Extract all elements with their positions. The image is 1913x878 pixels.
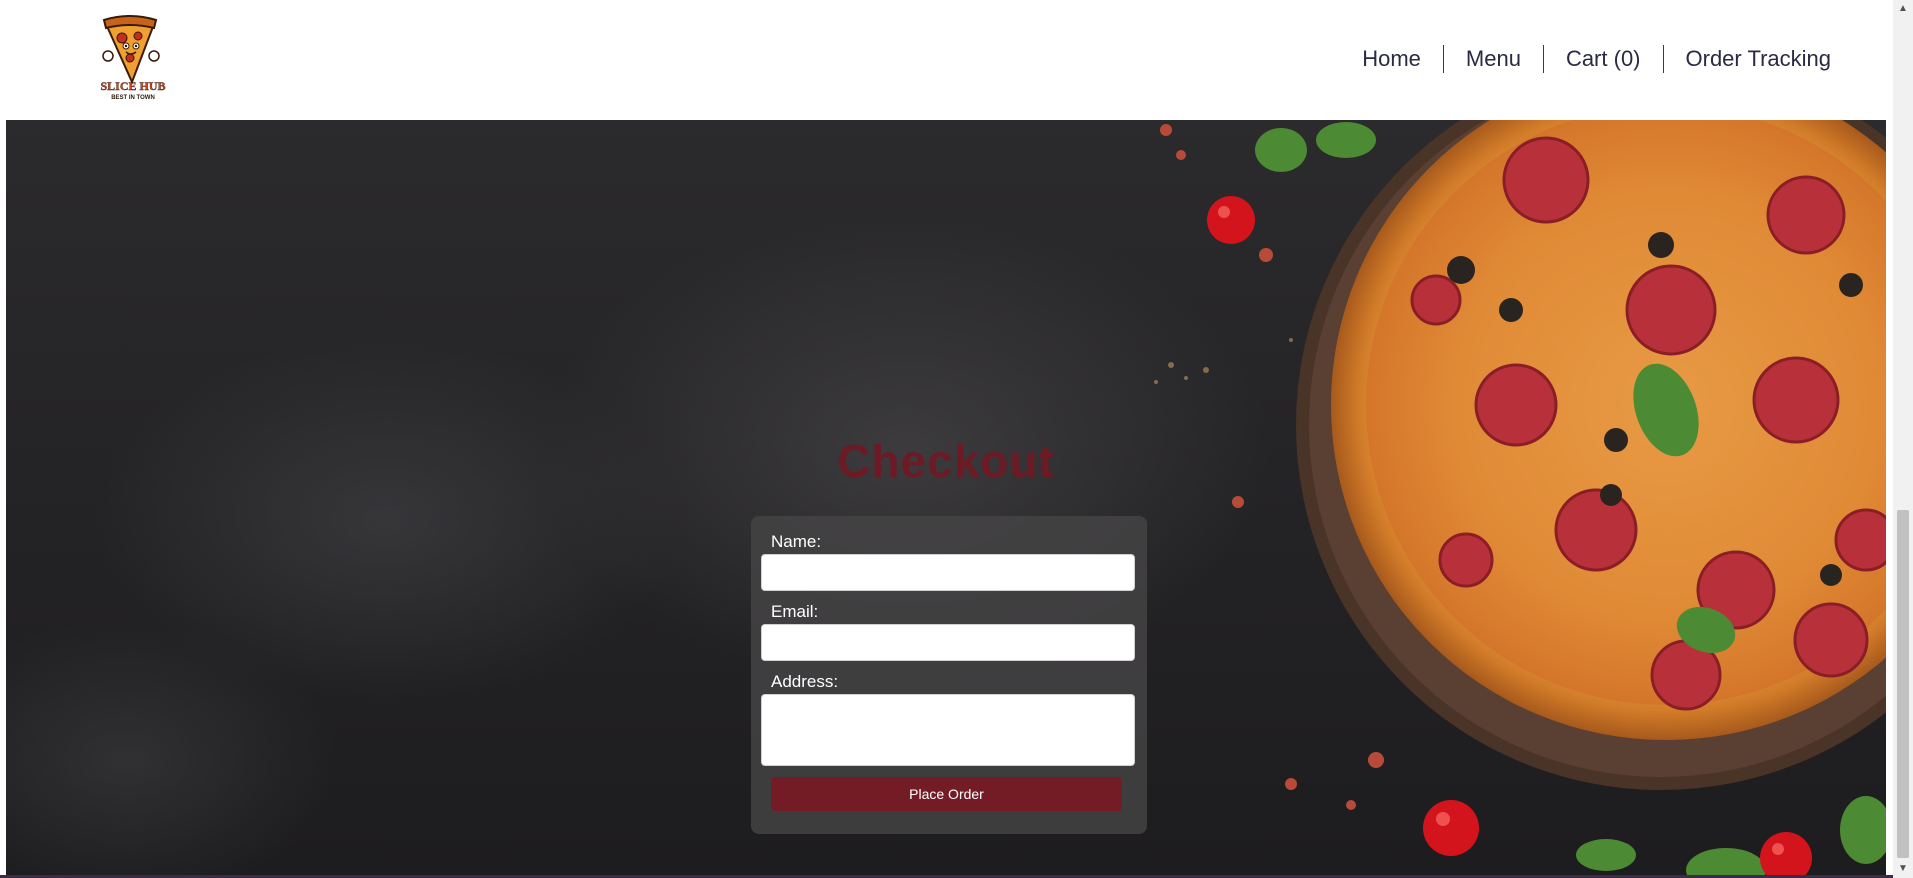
place-order-button[interactable]: Place Order (771, 777, 1122, 811)
name-label: Name: (771, 532, 822, 551)
scroll-up-arrow-icon[interactable]: ▲ (1893, 0, 1913, 18)
name-input[interactable] (761, 554, 1135, 591)
nav-home-link[interactable]: Home (1340, 44, 1443, 74)
address-label: Address: (771, 672, 839, 691)
checkout-title: Checkout (837, 435, 1055, 487)
site-header: SLICE HUB BEST IN TOWN Home Menu Cart (0… (0, 0, 1893, 120)
email-input[interactable] (761, 624, 1135, 661)
checkout-hero: Checkout Name: Email: Address: Place Ord… (6, 120, 1886, 875)
nav-menu-link[interactable]: Menu (1444, 44, 1543, 74)
slice-hub-logo[interactable]: SLICE HUB BEST IN TOWN (96, 14, 170, 104)
svg-text:SLICE HUB: SLICE HUB (100, 79, 165, 93)
email-label: Email: (771, 602, 819, 621)
scrollbar-thumb[interactable] (1897, 510, 1909, 858)
svg-text:BEST IN TOWN: BEST IN TOWN (111, 95, 155, 101)
main-nav: Home Menu Cart (0) Order Tracking (1340, 44, 1853, 74)
address-textarea[interactable] (761, 694, 1135, 766)
page: SLICE HUB BEST IN TOWN Home Menu Cart (0… (0, 0, 1913, 878)
nav-cart-link[interactable]: Cart (0) (1544, 44, 1663, 74)
checkout-form: Name: Email: Address: Place Order (751, 516, 1147, 834)
scroll-down-arrow-icon[interactable]: ▼ (1893, 860, 1913, 878)
vertical-scrollbar[interactable]: ▲ ▼ (1893, 0, 1913, 878)
nav-order-tracking-link[interactable]: Order Tracking (1664, 44, 1854, 74)
